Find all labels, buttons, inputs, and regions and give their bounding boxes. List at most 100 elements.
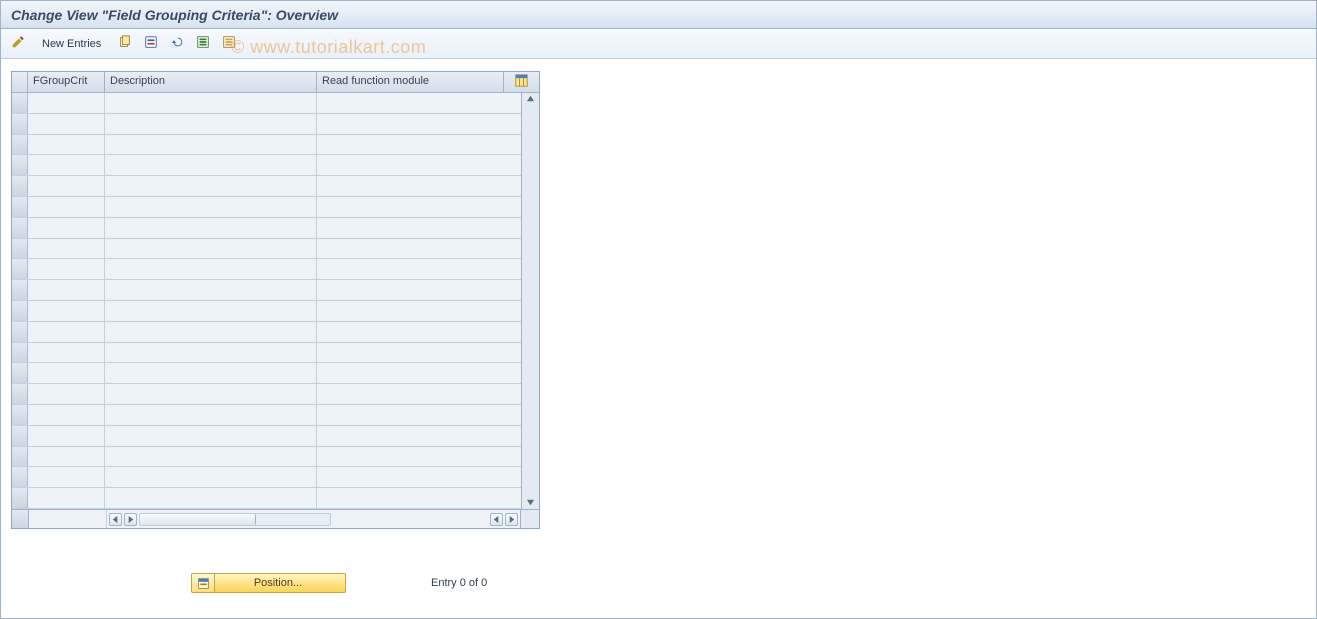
cell-read-function-module[interactable] bbox=[317, 426, 521, 446]
cell-fgroupcrit[interactable] bbox=[28, 218, 105, 238]
row-selector[interactable] bbox=[12, 405, 28, 425]
cell-description[interactable] bbox=[105, 176, 317, 196]
table-row[interactable] bbox=[12, 280, 521, 301]
table-row[interactable] bbox=[12, 343, 521, 364]
position-button[interactable]: Position... bbox=[191, 573, 346, 593]
table-row[interactable] bbox=[12, 259, 521, 280]
hscroll-track[interactable] bbox=[139, 513, 331, 526]
delete-button[interactable] bbox=[140, 33, 162, 55]
row-selector[interactable] bbox=[12, 280, 28, 300]
cell-read-function-module[interactable] bbox=[317, 93, 521, 113]
copy-as-button[interactable] bbox=[114, 33, 136, 55]
cell-description[interactable] bbox=[105, 447, 317, 467]
cell-read-function-module[interactable] bbox=[317, 259, 521, 279]
table-corner[interactable] bbox=[12, 72, 28, 92]
cell-read-function-module[interactable] bbox=[317, 363, 521, 383]
cell-fgroupcrit[interactable] bbox=[28, 197, 105, 217]
toggle-change-button[interactable] bbox=[7, 33, 29, 55]
vertical-scrollbar[interactable] bbox=[521, 93, 539, 509]
hscroll-left-button-2[interactable] bbox=[490, 513, 503, 526]
table-row[interactable] bbox=[12, 426, 521, 447]
table-row[interactable] bbox=[12, 239, 521, 260]
cell-fgroupcrit[interactable] bbox=[28, 239, 105, 259]
cell-fgroupcrit[interactable] bbox=[28, 343, 105, 363]
table-row[interactable] bbox=[12, 155, 521, 176]
row-selector[interactable] bbox=[12, 259, 28, 279]
cell-fgroupcrit[interactable] bbox=[28, 322, 105, 342]
row-selector[interactable] bbox=[12, 239, 28, 259]
table-row[interactable] bbox=[12, 218, 521, 239]
cell-description[interactable] bbox=[105, 426, 317, 446]
table-row[interactable] bbox=[12, 488, 521, 509]
table-row[interactable] bbox=[12, 384, 521, 405]
cell-read-function-module[interactable] bbox=[317, 176, 521, 196]
cell-read-function-module[interactable] bbox=[317, 114, 521, 134]
row-selector[interactable] bbox=[12, 322, 28, 342]
column-header-read-function-module[interactable]: Read function module bbox=[317, 72, 504, 92]
row-selector[interactable] bbox=[12, 363, 28, 383]
row-selector[interactable] bbox=[12, 114, 28, 134]
table-row[interactable] bbox=[12, 114, 521, 135]
cell-fgroupcrit[interactable] bbox=[28, 280, 105, 300]
cell-fgroupcrit[interactable] bbox=[28, 467, 105, 487]
cell-read-function-module[interactable] bbox=[317, 384, 521, 404]
cell-description[interactable] bbox=[105, 93, 317, 113]
row-selector[interactable] bbox=[12, 384, 28, 404]
cell-read-function-module[interactable] bbox=[317, 135, 521, 155]
cell-fgroupcrit[interactable] bbox=[28, 447, 105, 467]
cell-fgroupcrit[interactable] bbox=[28, 426, 105, 446]
hscroll-right-button[interactable] bbox=[124, 513, 137, 526]
row-selector[interactable] bbox=[12, 218, 28, 238]
select-all-button[interactable] bbox=[192, 33, 214, 55]
cell-read-function-module[interactable] bbox=[317, 239, 521, 259]
row-selector[interactable] bbox=[12, 426, 28, 446]
scroll-up-icon[interactable] bbox=[526, 94, 536, 104]
cell-description[interactable] bbox=[105, 197, 317, 217]
cell-read-function-module[interactable] bbox=[317, 405, 521, 425]
cell-fgroupcrit[interactable] bbox=[28, 176, 105, 196]
cell-description[interactable] bbox=[105, 322, 317, 342]
cell-fgroupcrit[interactable] bbox=[28, 301, 105, 321]
row-selector[interactable] bbox=[12, 488, 28, 508]
row-selector[interactable] bbox=[12, 447, 28, 467]
table-row[interactable] bbox=[12, 135, 521, 156]
scroll-down-icon[interactable] bbox=[526, 498, 536, 508]
cell-read-function-module[interactable] bbox=[317, 155, 521, 175]
cell-description[interactable] bbox=[105, 384, 317, 404]
row-selector[interactable] bbox=[12, 93, 28, 113]
table-row[interactable] bbox=[12, 467, 521, 488]
cell-description[interactable] bbox=[105, 405, 317, 425]
cell-description[interactable] bbox=[105, 155, 317, 175]
row-selector[interactable] bbox=[12, 176, 28, 196]
cell-read-function-module[interactable] bbox=[317, 488, 521, 508]
table-row[interactable] bbox=[12, 93, 521, 114]
cell-fgroupcrit[interactable] bbox=[28, 135, 105, 155]
undo-change-button[interactable] bbox=[166, 33, 188, 55]
cell-description[interactable] bbox=[105, 114, 317, 134]
configure-columns-button[interactable] bbox=[504, 72, 539, 92]
cell-description[interactable] bbox=[105, 135, 317, 155]
cell-description[interactable] bbox=[105, 280, 317, 300]
cell-fgroupcrit[interactable] bbox=[28, 155, 105, 175]
cell-description[interactable] bbox=[105, 259, 317, 279]
cell-description[interactable] bbox=[105, 343, 317, 363]
table-row[interactable] bbox=[12, 176, 521, 197]
hscroll-left-button[interactable] bbox=[109, 513, 122, 526]
cell-description[interactable] bbox=[105, 363, 317, 383]
cell-description[interactable] bbox=[105, 301, 317, 321]
cell-read-function-module[interactable] bbox=[317, 447, 521, 467]
cell-description[interactable] bbox=[105, 218, 317, 238]
row-selector[interactable] bbox=[12, 343, 28, 363]
row-selector[interactable] bbox=[12, 197, 28, 217]
table-row[interactable] bbox=[12, 301, 521, 322]
cell-fgroupcrit[interactable] bbox=[28, 363, 105, 383]
horizontal-scrollbar[interactable] bbox=[107, 510, 333, 528]
cell-description[interactable] bbox=[105, 467, 317, 487]
table-row[interactable] bbox=[12, 405, 521, 426]
cell-read-function-module[interactable] bbox=[317, 322, 521, 342]
table-row[interactable] bbox=[12, 363, 521, 384]
column-header-description[interactable]: Description bbox=[105, 72, 317, 92]
hscroll-thumb[interactable] bbox=[140, 514, 256, 525]
cell-description[interactable] bbox=[105, 239, 317, 259]
table-row[interactable] bbox=[12, 447, 521, 468]
